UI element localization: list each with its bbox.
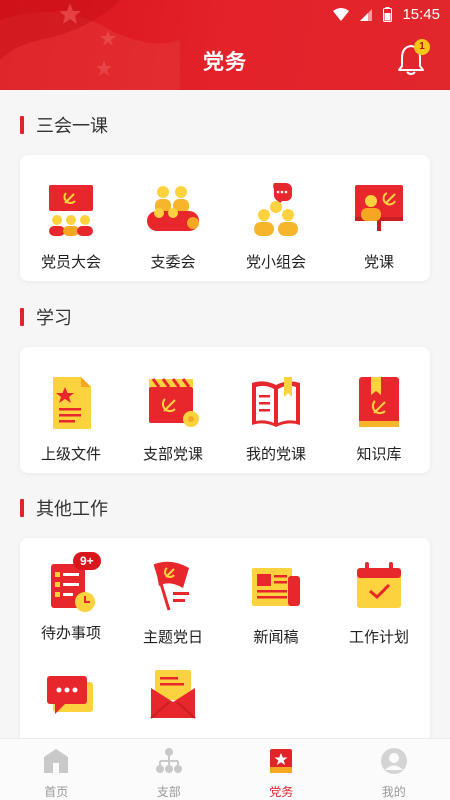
wifi-icon bbox=[333, 7, 350, 21]
grid-item-branch-committee[interactable]: 支委会 bbox=[122, 183, 224, 272]
grid-item-todo[interactable]: 9+ 待办事项 bbox=[20, 552, 122, 643]
todo-badge: 9+ bbox=[73, 552, 101, 570]
study-card: 上级文件 支部党课 我的党课 知识库 bbox=[20, 347, 430, 473]
grid-item-press-release[interactable]: 新闻稿 bbox=[225, 558, 327, 647]
org-chart-icon bbox=[155, 748, 182, 773]
grid-item-label: 党课 bbox=[363, 253, 394, 271]
section-marker bbox=[20, 116, 24, 134]
tab-label: 支部 bbox=[156, 785, 181, 799]
tab-party-affairs[interactable]: 党务 bbox=[225, 739, 338, 800]
grid-item-label: 新闻稿 bbox=[253, 628, 299, 646]
document-icon bbox=[53, 377, 91, 429]
tab-label: 党务 bbox=[269, 785, 294, 799]
tab-label: 首页 bbox=[44, 785, 69, 799]
home-icon bbox=[44, 749, 69, 773]
grid-item-label: 党小组会 bbox=[245, 253, 306, 271]
video-lesson-icon bbox=[149, 378, 199, 427]
grid-item-party-lecture[interactable]: 党课 bbox=[328, 183, 430, 272]
notification-button[interactable]: 1 bbox=[396, 39, 430, 76]
knowledge-book-icon bbox=[359, 377, 399, 427]
grid-item-knowledge-base[interactable]: 知识库 bbox=[328, 375, 430, 464]
user-icon bbox=[380, 748, 407, 774]
battery-icon bbox=[383, 7, 393, 22]
notification-badge: 1 bbox=[414, 39, 430, 55]
tab-mine[interactable]: 我的 bbox=[338, 739, 450, 800]
grid-item-label: 主题党日 bbox=[142, 628, 203, 646]
party-flag-icon bbox=[153, 561, 189, 611]
grid-item-theme-party-day[interactable]: 主题党日 bbox=[122, 558, 224, 647]
tab-label: 我的 bbox=[381, 785, 406, 799]
grid-item-mail[interactable] bbox=[122, 668, 224, 736]
grid-item-label: 我的党课 bbox=[245, 445, 306, 463]
party-group-meeting-icon bbox=[254, 183, 298, 236]
grid-item-branch-lecture[interactable]: 支部党课 bbox=[122, 375, 224, 464]
app-header: 15:45 党务 1 bbox=[0, 0, 450, 90]
status-time: 15:45 bbox=[402, 6, 440, 23]
other-work-card: 9+ 待办事项 主题党日 新闻稿 工作计划 bbox=[20, 538, 430, 738]
section-title-other-work: 其他工作 bbox=[20, 497, 108, 520]
branch-committee-icon bbox=[147, 186, 199, 231]
page-title: 党务 bbox=[203, 50, 247, 74]
party-affairs-icon bbox=[270, 749, 293, 773]
section-marker bbox=[20, 308, 24, 326]
grid-item-label: 支部党课 bbox=[142, 445, 203, 463]
section-marker bbox=[20, 499, 24, 517]
grid-item-label: 待办事项 bbox=[40, 624, 101, 642]
section-title-text: 其他工作 bbox=[36, 499, 108, 520]
grid-item-label: 知识库 bbox=[356, 445, 402, 463]
grid-item-messages[interactable] bbox=[20, 668, 122, 736]
calendar-plan-icon bbox=[357, 562, 401, 608]
grid-item-label: 支委会 bbox=[150, 253, 196, 271]
grid-item-label: 工作计划 bbox=[348, 628, 409, 646]
section-title-study: 学习 bbox=[20, 306, 72, 329]
grid-item-work-plan[interactable]: 工作计划 bbox=[328, 558, 430, 647]
party-meeting-icon bbox=[49, 185, 93, 236]
grid-item-my-lecture[interactable]: 我的党课 bbox=[225, 375, 327, 464]
grid-item-label: 上级文件 bbox=[40, 445, 101, 463]
open-book-icon bbox=[252, 377, 300, 427]
section-title-text: 学习 bbox=[36, 308, 72, 329]
section-title-text: 三会一课 bbox=[36, 116, 108, 137]
signal-icon bbox=[360, 8, 373, 21]
chat-message-icon bbox=[47, 676, 93, 714]
party-lecture-icon bbox=[355, 185, 403, 231]
grid-item-label: 党员大会 bbox=[40, 253, 101, 271]
main-content: 三会一课 党员大会 支委会 党小组会 党课 学习 上级文件 支部党课 我的党课 … bbox=[0, 90, 450, 738]
mail-envelope-icon bbox=[150, 670, 196, 719]
section-title-meetings: 三会一课 bbox=[20, 114, 108, 137]
grid-item-party-group[interactable]: 党小组会 bbox=[225, 183, 327, 272]
meetings-card: 党员大会 支委会 党小组会 党课 bbox=[20, 155, 430, 281]
tab-home[interactable]: 首页 bbox=[0, 739, 113, 800]
grid-item-party-meeting[interactable]: 党员大会 bbox=[20, 183, 122, 272]
tab-branch[interactable]: 支部 bbox=[113, 739, 226, 800]
status-bar: 15:45 bbox=[0, 0, 450, 30]
bottom-tab-bar: 首页 支部 党务 我的 bbox=[0, 738, 450, 800]
grid-item-superior-docs[interactable]: 上级文件 bbox=[20, 375, 122, 464]
newspaper-icon bbox=[252, 568, 300, 606]
